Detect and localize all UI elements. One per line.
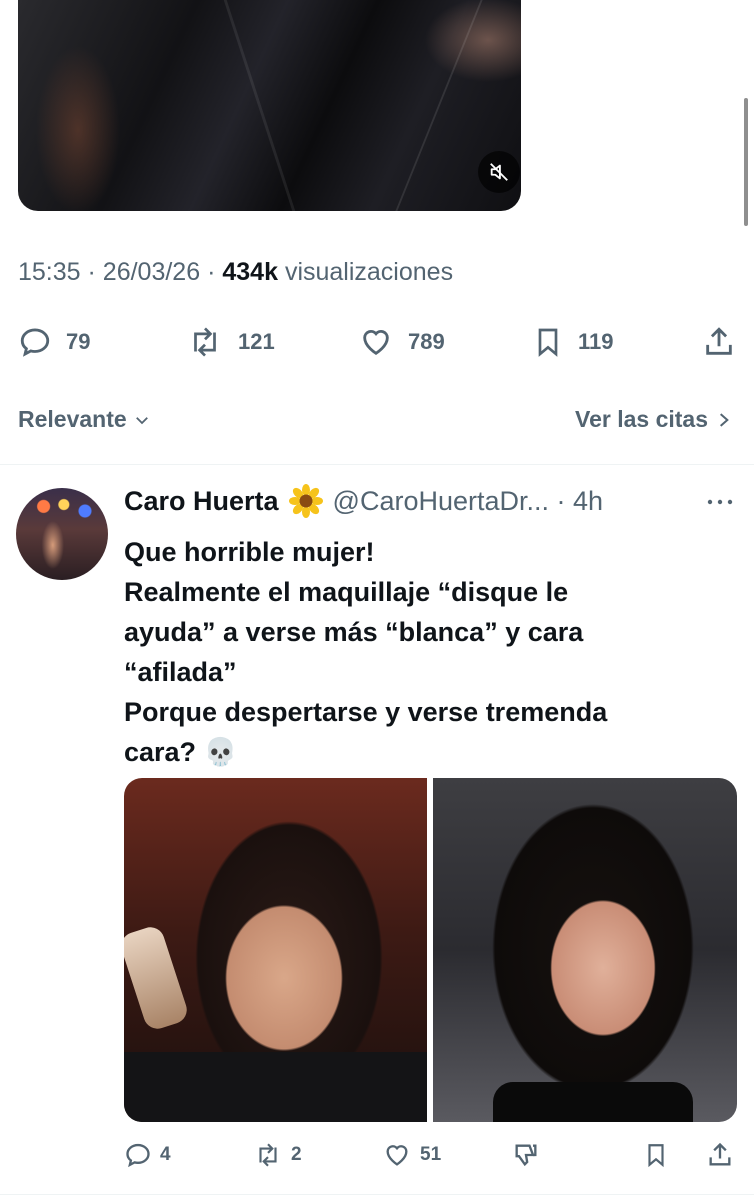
bookmark-count: 119	[578, 329, 614, 354]
reply-share-button[interactable]	[706, 1141, 734, 1169]
reply-text-line: Porque despertarse y verse tremenda	[124, 697, 608, 727]
views-label: visualizaciones	[284, 258, 454, 286]
scrollbar[interactable]	[744, 98, 748, 226]
heart-icon	[386, 1145, 408, 1166]
tweet-time[interactable]: 15:35	[18, 258, 81, 286]
repost-icon	[259, 1143, 277, 1167]
bookmark-icon	[648, 1144, 664, 1168]
dislike-button[interactable]	[512, 1141, 540, 1169]
view-quotes-link[interactable]: Ver las citas	[575, 406, 732, 433]
reply-text-line: Realmente el maquillaje “disque le	[124, 577, 569, 607]
section-divider	[0, 1194, 754, 1195]
tweet-meta: 15:35 · 26/03/26 · 434k visualizaciones	[18, 258, 454, 286]
reply-repost-button[interactable]: 2	[253, 1141, 302, 1169]
reply-like-button[interactable]: 51	[382, 1141, 441, 1169]
image-detail	[124, 1052, 427, 1122]
reply-bookmark-button[interactable]	[643, 1141, 669, 1169]
reply-header: Caro Huerta @CaroHuertaDr... · 4h	[124, 484, 603, 518]
more-options-button[interactable]	[706, 492, 734, 512]
heart-icon	[363, 330, 389, 355]
avatar[interactable]	[16, 488, 108, 580]
sunflower-icon	[288, 484, 323, 518]
reply-reply-count: 4	[160, 1144, 171, 1165]
volume-off-icon	[490, 163, 508, 181]
tweet-date[interactable]: 26/03/26	[103, 258, 200, 286]
reply-text-line: Que horrible mujer!	[124, 537, 375, 567]
bookmark-button[interactable]: 119	[532, 325, 614, 359]
reply-reply-button[interactable]: 4	[124, 1141, 171, 1169]
reply-text: Que horrible mujer! Realmente el maquill…	[124, 532, 724, 772]
reply-count: 79	[66, 329, 91, 354]
skull-emoji: 💀	[203, 737, 238, 767]
reply-sort-dropdown[interactable]: Relevante	[18, 406, 151, 433]
thumbs-down-icon	[515, 1144, 537, 1167]
reply-text-line: “afilada”	[124, 657, 237, 687]
tweet-video[interactable]	[18, 0, 521, 211]
more-icon	[707, 499, 733, 505]
share-icon	[709, 1142, 731, 1166]
sort-label: Relevante	[18, 406, 127, 432]
like-button[interactable]: 789	[358, 325, 445, 359]
repost-count: 121	[238, 329, 275, 354]
share-icon	[706, 327, 732, 355]
reply-repost-count: 2	[291, 1144, 302, 1165]
repost-icon	[194, 327, 216, 357]
view-quotes-label: Ver las citas	[575, 406, 708, 432]
views-count: 434k	[222, 258, 278, 286]
bookmark-icon	[538, 328, 558, 357]
reply-time[interactable]: 4h	[573, 486, 603, 517]
chevron-right-icon	[720, 412, 729, 427]
reply-like-count: 51	[420, 1144, 442, 1165]
reply-text-last-line: cara? 💀	[124, 732, 724, 772]
comment-icon	[20, 328, 50, 357]
reply-media-grid	[124, 778, 737, 1122]
reply-text-line: ayuda” a verse más “blanca” y cara	[124, 617, 584, 647]
reply-image-left[interactable]	[124, 778, 427, 1122]
comment-icon	[126, 1143, 150, 1168]
video-frame-detail	[395, 0, 483, 211]
like-count: 789	[408, 329, 445, 354]
video-frame-detail	[223, 0, 296, 211]
share-button[interactable]	[702, 325, 736, 359]
reply-author-name[interactable]: Caro Huerta	[124, 486, 279, 517]
image-detail	[124, 923, 191, 1033]
reply-text-line: cara?	[124, 737, 197, 767]
reply-button[interactable]: 79	[18, 325, 90, 359]
repost-button[interactable]: 121	[186, 325, 275, 359]
chevron-down-icon	[135, 416, 148, 424]
mute-button[interactable]	[478, 151, 520, 193]
reply-image-right[interactable]	[433, 778, 737, 1122]
reply-author-handle[interactable]: @CaroHuertaDr...	[333, 486, 549, 517]
separator-dot: ·	[549, 485, 574, 516]
image-detail	[493, 1082, 693, 1122]
section-divider	[0, 464, 754, 465]
